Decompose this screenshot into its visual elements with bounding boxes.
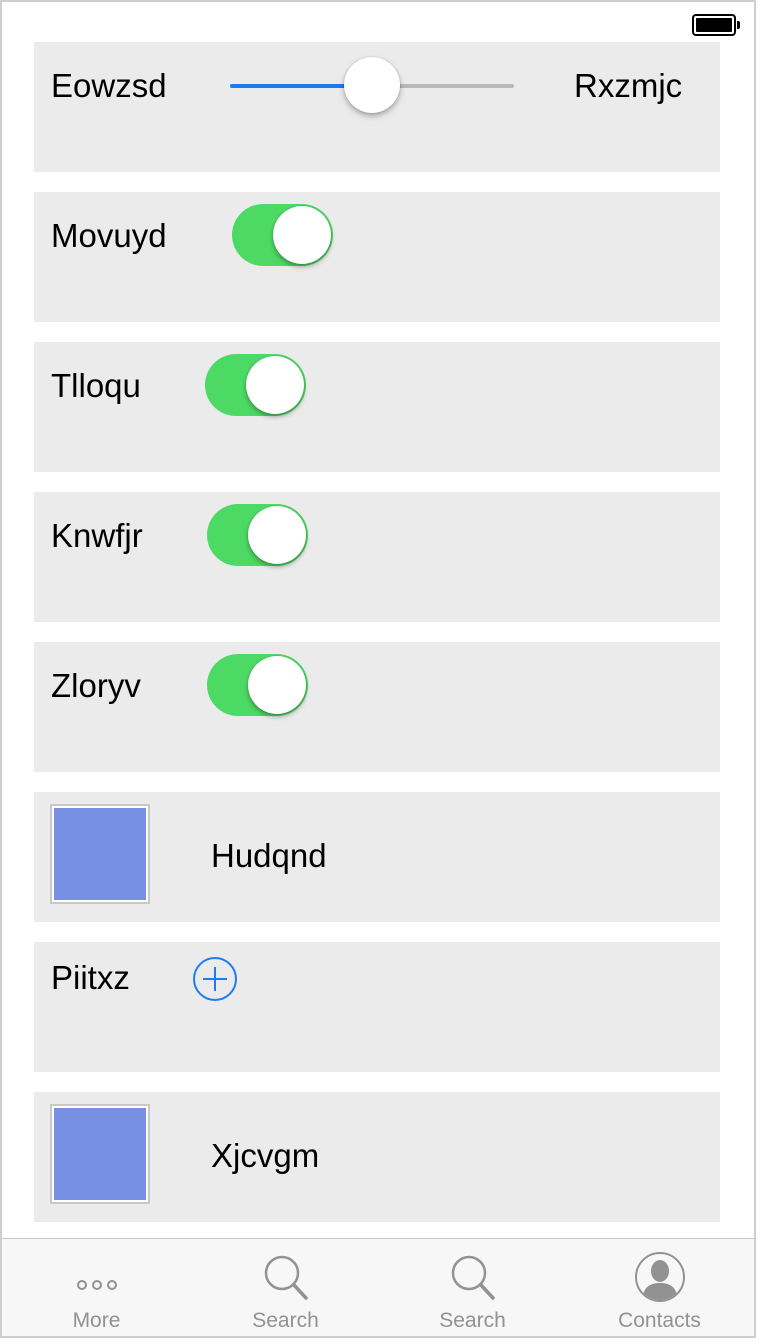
battery-icon <box>692 14 740 36</box>
image-row-label: Hudqnd <box>211 837 327 874</box>
slider-min-label: Eowzsd <box>51 67 167 104</box>
toggle-switch[interactable] <box>205 354 306 416</box>
search-icon <box>264 1255 308 1300</box>
image-row-hudqnd[interactable]: Hudqnd <box>34 792 720 922</box>
toggle-switch[interactable] <box>207 654 308 716</box>
image-row-xjcvgm[interactable]: Xjcvgm <box>34 1092 720 1222</box>
toggle-row-zloryv: Zloryv <box>34 642 720 772</box>
search-icon <box>451 1255 495 1300</box>
tab-label: Contacts <box>618 1309 701 1332</box>
toggle-label: Knwfjr <box>51 517 143 554</box>
tab-label: More <box>72 1309 121 1332</box>
image-row-label: Xjcvgm <box>211 1137 320 1174</box>
more-icon <box>76 1280 117 1290</box>
add-row-label: Piitxz <box>51 959 130 996</box>
tab-contacts[interactable]: Contacts <box>565 1239 754 1336</box>
toggle-label: Tlloqu <box>51 367 141 404</box>
toggle-row-tlloqu: Tlloqu <box>34 342 720 472</box>
toggle-switch[interactable] <box>232 204 333 266</box>
tab-bar: More Search Search Contacts <box>2 1238 754 1336</box>
add-circle-icon[interactable] <box>192 956 238 1002</box>
thumbnail-image <box>50 1104 150 1204</box>
thumbnail-image <box>50 804 150 904</box>
toggle-row-movuyd: Movuyd <box>34 192 720 322</box>
tab-more[interactable]: More <box>2 1239 191 1336</box>
slider-max-label: Rxzmjc <box>574 67 683 104</box>
add-row-piitxz: Piitxz <box>34 942 720 1072</box>
toggle-row-knwfjr: Knwfjr <box>34 492 720 622</box>
slider-row: Eowzsd Rxzmjc <box>34 42 720 172</box>
toggle-switch[interactable] <box>207 504 308 566</box>
toggle-label: Zloryv <box>51 667 141 704</box>
tab-search[interactable]: Search <box>191 1239 380 1336</box>
toggle-label: Movuyd <box>51 217 167 254</box>
tab-label: Search <box>439 1309 506 1332</box>
app-screen: Eowzsd Rxzmjc Movuyd Tlloqu Knwfjr Zlory… <box>0 0 756 1338</box>
tab-search-2[interactable]: Search <box>378 1239 567 1336</box>
tab-label: Search <box>252 1309 319 1332</box>
slider-thumb[interactable] <box>344 57 400 113</box>
contacts-icon <box>634 1252 685 1302</box>
